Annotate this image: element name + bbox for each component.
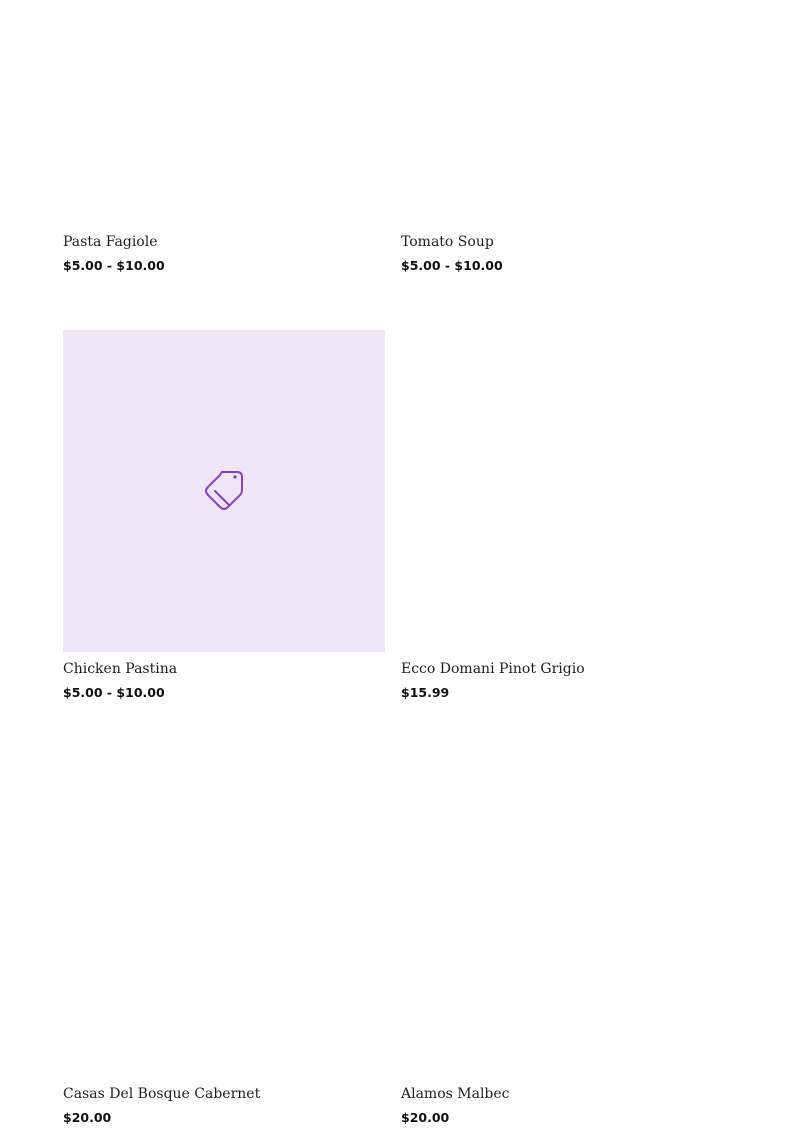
product-price: $15.99 bbox=[401, 685, 450, 700]
product-name[interactable]: Pasta Fagiole bbox=[63, 232, 385, 252]
product-name[interactable]: Chicken Pastina bbox=[63, 659, 385, 679]
product-price: $5.00 - $10.00 bbox=[63, 258, 165, 273]
product-price: $20.00 bbox=[401, 1110, 450, 1125]
product-image[interactable] bbox=[63, 0, 385, 225]
product-price: $20.00 bbox=[63, 1110, 112, 1125]
product-card[interactable]: Chicken Pastina $5.00 - $10.00 bbox=[63, 330, 385, 702]
product-name[interactable]: Casas Del Bosque Cabernet bbox=[63, 1084, 385, 1104]
product-image[interactable] bbox=[63, 755, 385, 1077]
product-name[interactable]: Ecco Domani Pinot Grigio bbox=[401, 659, 723, 679]
tag-icon bbox=[205, 471, 243, 510]
product-card[interactable]: Tomato Soup $5.00 - $10.00 bbox=[401, 0, 723, 275]
product-image[interactable] bbox=[401, 330, 723, 652]
product-image[interactable] bbox=[401, 0, 723, 225]
product-card[interactable]: Casas Del Bosque Cabernet $20.00 bbox=[63, 755, 385, 1127]
product-image[interactable] bbox=[401, 755, 723, 1077]
product-name[interactable]: Alamos Malbec bbox=[401, 1084, 723, 1104]
product-grid: Pasta Fagiole $5.00 - $10.00 Tomato Soup… bbox=[0, 0, 785, 1148]
product-card[interactable]: Pasta Fagiole $5.00 - $10.00 bbox=[63, 0, 385, 275]
product-price: $5.00 - $10.00 bbox=[401, 258, 503, 273]
product-price: $5.00 - $10.00 bbox=[63, 685, 165, 700]
product-image-placeholder[interactable] bbox=[63, 330, 385, 652]
product-name[interactable]: Tomato Soup bbox=[401, 232, 723, 252]
product-card[interactable]: Ecco Domani Pinot Grigio $15.99 bbox=[401, 330, 723, 702]
product-card[interactable]: Alamos Malbec $20.00 bbox=[401, 755, 723, 1127]
